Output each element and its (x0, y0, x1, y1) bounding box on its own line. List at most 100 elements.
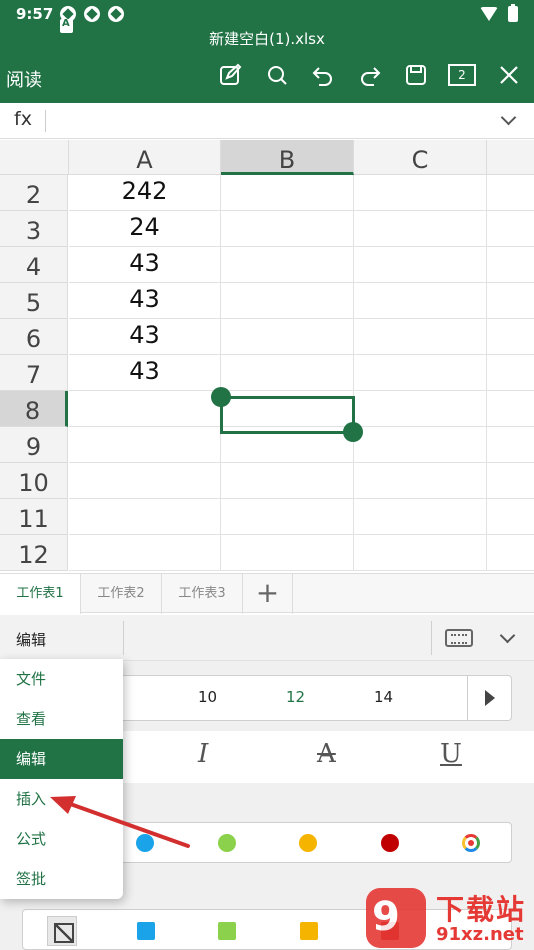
column-header-b[interactable]: B (221, 140, 354, 175)
grid-cell[interactable] (221, 355, 354, 391)
grid-cell[interactable] (354, 535, 487, 571)
row-header[interactable]: 8 (0, 391, 68, 427)
menu-item-file[interactable]: 文件 (0, 659, 123, 699)
column-header-c[interactable]: C (354, 140, 487, 175)
row-header[interactable]: 12 (0, 535, 68, 571)
edit-icon[interactable] (215, 60, 245, 90)
grid-cell[interactable] (221, 175, 354, 211)
color-swatch-blue[interactable] (136, 834, 154, 852)
more-colors-icon[interactable] (462, 834, 480, 852)
menu-item-insert[interactable]: 插入 (0, 779, 123, 819)
selection-handle[interactable] (211, 387, 231, 407)
grid-cell[interactable] (69, 463, 221, 499)
grid-cell[interactable]: 43 (69, 247, 221, 283)
grid-cell[interactable] (487, 427, 534, 463)
italic-button[interactable]: I (198, 739, 208, 769)
grid-cell[interactable] (487, 499, 534, 535)
grid-cell[interactable] (354, 283, 487, 319)
menu-item-edit[interactable]: 编辑 (0, 739, 123, 779)
font-color-picker[interactable] (100, 822, 512, 863)
grid-cell[interactable] (487, 355, 534, 391)
no-fill-icon[interactable] (47, 916, 77, 946)
grid-cell[interactable] (354, 463, 487, 499)
row-header[interactable]: 2 (0, 175, 68, 211)
font-size-picker[interactable]: 10 12 14 (100, 675, 512, 721)
tab-sheet1[interactable]: 工作表1 (0, 574, 81, 614)
menu-item-formula[interactable]: 公式 (0, 819, 123, 859)
sheet-switch-button[interactable]: 2 (447, 60, 477, 90)
menu-item-view[interactable]: 查看 (0, 699, 123, 739)
undo-icon[interactable] (308, 60, 338, 90)
grid-cell[interactable] (354, 211, 487, 247)
grid-cell[interactable] (221, 247, 354, 283)
grid-cell[interactable] (221, 499, 354, 535)
chevron-down-icon[interactable] (500, 109, 517, 126)
scroll-right-icon[interactable] (467, 676, 511, 720)
font-size-option[interactable]: 10 (198, 688, 217, 706)
grid-cell[interactable] (487, 319, 534, 355)
menu-item-review[interactable]: 签批 (0, 859, 123, 899)
grid-cell[interactable] (69, 535, 221, 571)
strikethrough-button[interactable]: A (317, 739, 336, 769)
grid-cell[interactable] (69, 391, 221, 427)
grid-cell[interactable] (354, 355, 487, 391)
grid-cell[interactable]: 43 (69, 319, 221, 355)
color-swatch-yellow[interactable] (299, 834, 317, 852)
row-header[interactable]: 6 (0, 319, 68, 355)
chevron-down-icon[interactable] (499, 627, 516, 644)
search-icon[interactable] (262, 60, 292, 90)
grid-cell[interactable] (354, 427, 487, 463)
grid-cell[interactable] (487, 283, 534, 319)
grid-cell[interactable] (487, 211, 534, 247)
column-header-a[interactable]: A (69, 140, 221, 175)
grid-cell[interactable] (354, 319, 487, 355)
font-size-option[interactable]: 14 (374, 688, 393, 706)
row-header[interactable]: 9 (0, 427, 68, 463)
grid-cell[interactable] (221, 211, 354, 247)
grid-cell[interactable] (221, 463, 354, 499)
tab-sheet3[interactable]: 工作表3 (162, 574, 243, 614)
grid-cell[interactable] (69, 427, 221, 463)
row-header[interactable]: 3 (0, 211, 68, 247)
color-swatch-green[interactable] (218, 834, 236, 852)
redo-icon[interactable] (355, 60, 385, 90)
panel-label[interactable]: 编辑 (16, 629, 46, 650)
grid-cell[interactable]: 24 (69, 211, 221, 247)
grid-cell[interactable] (487, 175, 534, 211)
corner-cell[interactable] (0, 140, 69, 175)
fill-swatch-green[interactable] (218, 922, 236, 940)
read-mode-button[interactable]: 阅读 (6, 66, 42, 92)
grid-cell[interactable] (221, 283, 354, 319)
grid-cell[interactable] (221, 319, 354, 355)
grid-cell[interactable] (354, 175, 487, 211)
row-header[interactable]: 7 (0, 355, 68, 391)
grid-cell[interactable] (487, 535, 534, 571)
grid-cell[interactable] (487, 463, 534, 499)
grid-cell[interactable] (487, 391, 534, 427)
grid-cell[interactable] (354, 247, 487, 283)
row-header[interactable]: 4 (0, 247, 68, 283)
color-swatch-red[interactable] (381, 834, 399, 852)
grid-cell[interactable] (221, 535, 354, 571)
grid-cell[interactable] (69, 499, 221, 535)
close-icon[interactable] (494, 60, 524, 90)
selected-cell[interactable] (220, 396, 355, 434)
grid-cell[interactable] (487, 247, 534, 283)
grid-cell[interactable] (354, 499, 487, 535)
fill-swatch-yellow[interactable] (300, 922, 318, 940)
keyboard-icon[interactable] (445, 629, 473, 647)
underline-button[interactable]: U (440, 739, 462, 769)
row-header[interactable]: 5 (0, 283, 68, 319)
grid-cell[interactable] (354, 391, 487, 427)
spreadsheet-grid[interactable]: A B C 2 242 3 24 4 43 5 43 6 43 7 43 8 9 10 11 12 (0, 140, 534, 573)
selection-handle[interactable] (343, 422, 363, 442)
column-header-d[interactable] (487, 140, 534, 175)
tab-sheet2[interactable]: 工作表2 (81, 574, 162, 614)
row-header[interactable]: 10 (0, 463, 68, 499)
grid-cell[interactable]: 43 (69, 283, 221, 319)
grid-cell[interactable]: 43 (69, 355, 221, 391)
save-icon[interactable] (401, 60, 431, 90)
fill-swatch-blue[interactable] (137, 922, 155, 940)
grid-cell[interactable]: 242 (69, 175, 221, 211)
row-header[interactable]: 11 (0, 499, 68, 535)
